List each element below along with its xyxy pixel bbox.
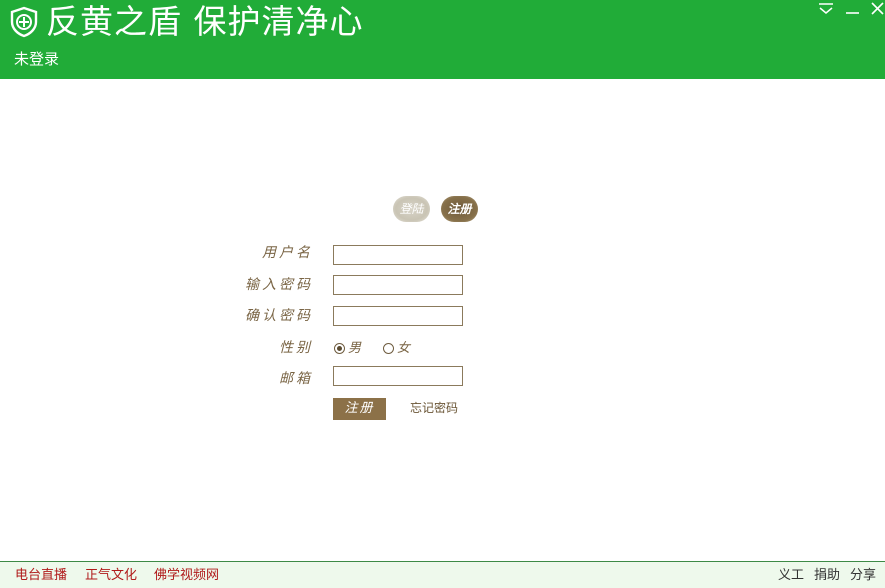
password-label: 输入密码	[245, 277, 313, 293]
radio-unchecked-icon	[383, 343, 394, 354]
register-submit-button[interactable]: 注册	[333, 398, 386, 420]
footer-link-share[interactable]: 分享	[850, 567, 876, 585]
footer-link-donate[interactable]: 捐助	[814, 567, 840, 585]
forgot-password-link[interactable]: 忘记密码	[410, 399, 458, 417]
radio-checked-icon	[334, 343, 345, 354]
close-icon[interactable]	[868, 0, 885, 18]
footer-link-culture[interactable]: 正气文化	[85, 567, 137, 585]
auth-tabs: 登陆 注册	[393, 196, 479, 222]
email-label: 邮箱	[279, 371, 313, 387]
minimize-icon[interactable]	[843, 0, 863, 18]
username-label: 用户名	[262, 245, 313, 261]
confirm-password-input[interactable]	[333, 306, 463, 326]
dropdown-menu-icon[interactable]	[816, 0, 836, 18]
gender-female-text: 女	[397, 341, 411, 356]
login-status-link[interactable]: 未登录	[14, 48, 59, 70]
confirm-password-label: 确认密码	[245, 308, 313, 324]
footer-link-video[interactable]: 佛学视频网	[154, 567, 219, 585]
footer-link-volunteer[interactable]: 义工	[778, 567, 804, 585]
shield-logo-icon	[9, 6, 39, 38]
email-input[interactable]	[333, 366, 463, 386]
footer-link-radio[interactable]: 电台直播	[15, 567, 67, 585]
app-title: 反黄之盾 保护清净心	[46, 2, 364, 41]
username-input[interactable]	[333, 245, 463, 265]
title-bar: 反黄之盾 保护清净心 未登录	[0, 0, 885, 79]
password-input[interactable]	[333, 275, 463, 295]
tab-login[interactable]: 登陆	[393, 196, 430, 222]
gender-male-text: 男	[348, 341, 362, 356]
gender-label: 性别	[279, 340, 313, 356]
tab-register[interactable]: 注册	[441, 196, 478, 222]
footer-bar: 电台直播 正气文化 佛学视频网 义工 捐助 分享	[0, 561, 885, 588]
